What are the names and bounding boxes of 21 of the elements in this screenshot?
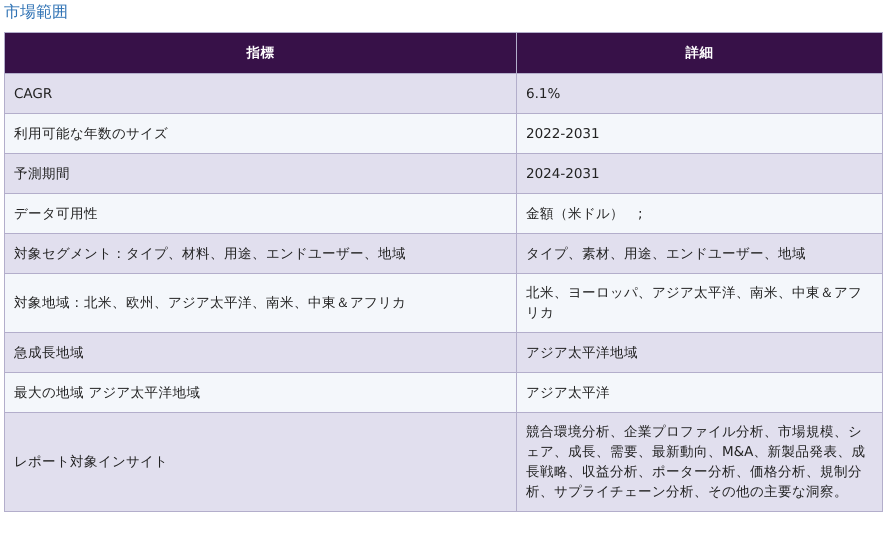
table-cell: 6.1%	[516, 74, 882, 114]
column-header: 詳細	[516, 32, 882, 74]
table-cell: タイプ、素材、用途、エンドユーザー、地域	[516, 234, 882, 274]
table-cell: 2022-2031	[516, 114, 882, 154]
table-cell: 金額（米ドル） ;	[516, 194, 882, 234]
table-cell: 競合環境分析、企業プロファイル分析、市場規模、シェア、成長、需要、最新動向、M&A、新製品発表、成長戦略、収益分析、ポーター分析、価格分析、規制分析、サプライチェーン分析、その他の主要な洞察。	[516, 412, 882, 512]
table-cell: アジア太平洋地域	[516, 332, 882, 372]
table-cell: CAGR	[4, 74, 516, 114]
table-cell: 急成長地域	[4, 332, 516, 372]
table-cell: 予測期間	[4, 154, 516, 194]
table-cell: アジア太平洋	[516, 372, 882, 412]
table-cell: 利用可能な年数のサイズ	[4, 114, 516, 154]
column-header: 指標	[4, 32, 516, 74]
section-title: 市場範囲	[4, 1, 69, 23]
table-cell: 最大の地域 アジア太平洋地域	[4, 372, 516, 412]
table-cell: データ可用性	[4, 194, 516, 234]
table-cell: 北米、ヨーロッパ、アジア太平洋、南米、中東＆アフリカ	[516, 274, 882, 332]
table-cell: 対象セグメント：タイプ、材料、用途、エンドユーザー、地域	[4, 234, 516, 274]
table-cell: 対象地域：北米、欧州、アジア太平洋、南米、中東＆アフリカ	[4, 274, 516, 332]
table-cell: レポート対象インサイト	[4, 412, 516, 512]
table-cell: 2024-2031	[516, 154, 882, 194]
